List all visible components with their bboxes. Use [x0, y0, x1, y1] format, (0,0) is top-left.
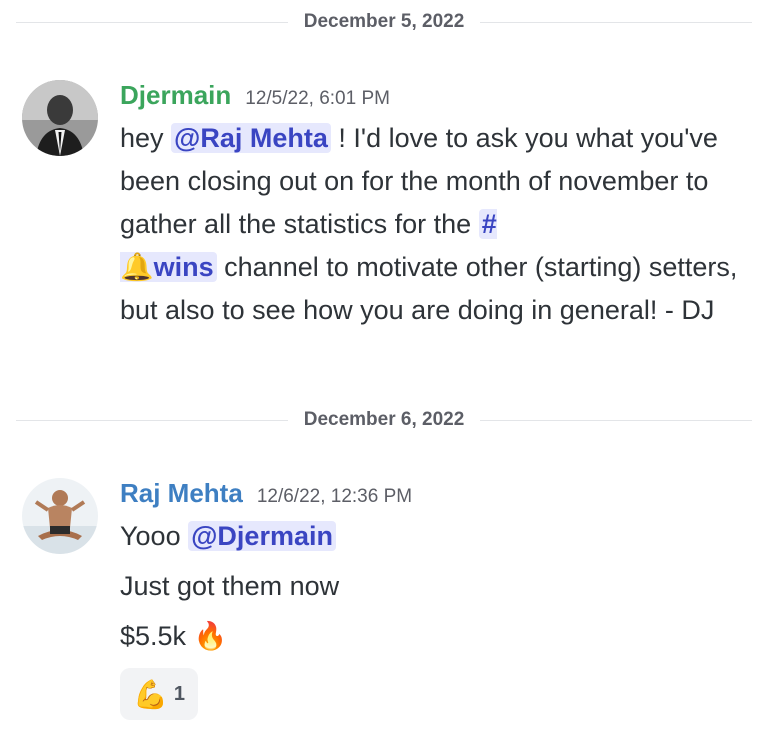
- channel-name: wins: [153, 252, 214, 282]
- divider-line: [480, 21, 752, 23]
- user-mention[interactable]: @Raj Mehta: [171, 123, 331, 153]
- message-text: $5.5k: [120, 621, 194, 651]
- avatar[interactable]: [22, 478, 98, 554]
- divider-line: [480, 419, 752, 421]
- timestamp: 12/5/22, 6:01 PM: [245, 88, 390, 109]
- date-divider: December 6, 2022: [16, 409, 752, 430]
- fire-icon: 🔥: [193, 621, 228, 651]
- timestamp: 12/6/22, 12:36 PM: [256, 486, 413, 507]
- author-name[interactable]: Djermain: [120, 80, 231, 111]
- message-text: hey: [120, 123, 172, 153]
- reaction-count: 1: [173, 682, 185, 705]
- avatar[interactable]: [22, 80, 98, 156]
- message-content: Yooo @Djermain Just got them now $5.5k 🔥: [120, 515, 750, 665]
- user-mention[interactable]: @Djermain: [188, 521, 336, 551]
- reaction-button[interactable]: 💪 1: [120, 668, 198, 720]
- flexed-biceps-icon: 💪: [133, 677, 168, 711]
- divider-date: December 6, 2022: [303, 409, 465, 430]
- author-name[interactable]: Raj Mehta: [120, 478, 243, 509]
- date-divider: December 5, 2022: [16, 11, 752, 32]
- divider-line: [16, 419, 288, 421]
- message-line: $5.5k 🔥: [120, 615, 750, 665]
- message-line: Just got them now: [120, 571, 340, 601]
- message-line: Yooo @Djermain: [120, 515, 750, 565]
- message-header: Djermain 12/5/22, 6:01 PM: [120, 80, 390, 111]
- message-text: Yooo: [120, 521, 189, 551]
- hash-icon: #: [481, 209, 497, 239]
- bell-icon: 🔔: [120, 252, 154, 282]
- divider-line: [16, 21, 288, 23]
- message-header: Raj Mehta 12/6/22, 12:36 PM: [120, 478, 412, 509]
- divider-date: December 5, 2022: [303, 11, 465, 32]
- message-content: hey @Raj Mehta ! I'd love to ask you wha…: [120, 117, 750, 332]
